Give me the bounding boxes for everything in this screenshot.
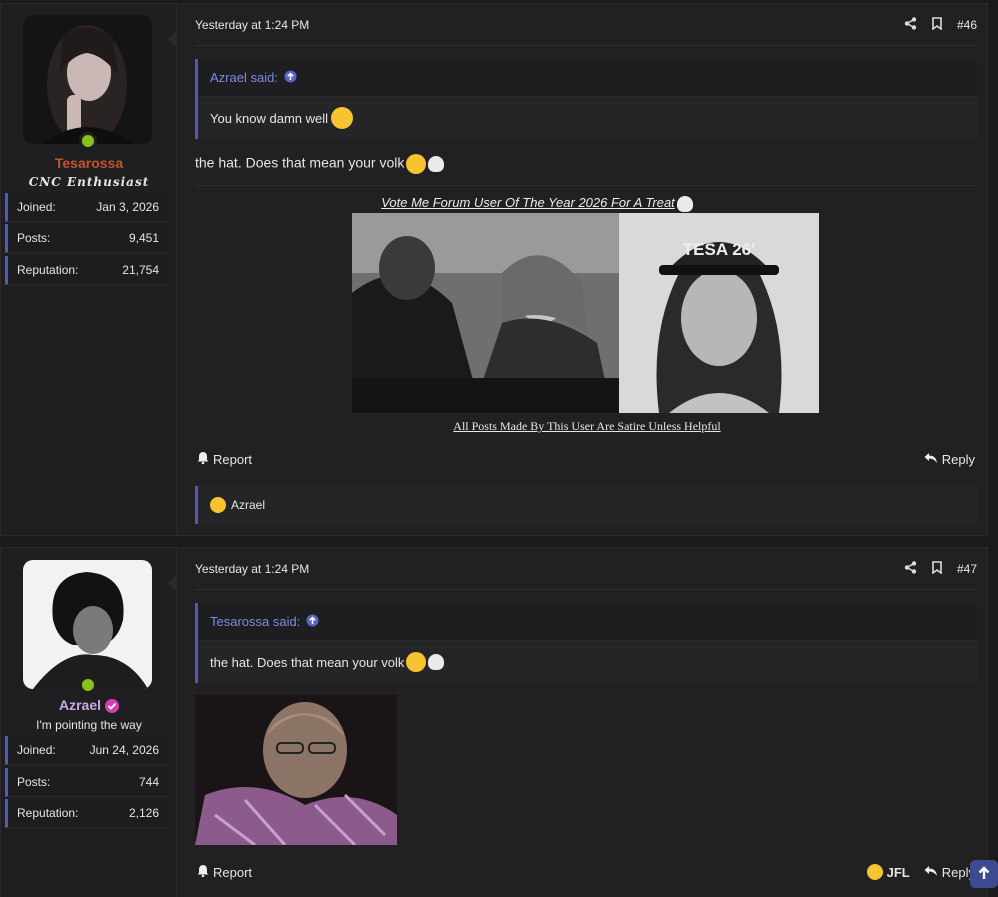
stat-label: Joined: xyxy=(17,200,56,214)
stat-joined: Joined: Jan 3, 2026 xyxy=(5,193,169,222)
stat-label: Posts: xyxy=(17,231,51,245)
stat-label: Reputation: xyxy=(17,263,79,277)
user-sidebar: Tesarossa CNC Enthusiast Joined: Jan 3, … xyxy=(1,4,177,535)
stat-reputation: Reputation: 2,126 xyxy=(5,799,169,828)
post-number[interactable]: #46 xyxy=(957,18,977,32)
quote-content: the hat. Does that mean your volk xyxy=(198,641,977,683)
post-number[interactable]: #47 xyxy=(957,562,977,576)
post-actions: Report JFL Reply xyxy=(197,864,975,880)
post-arrow xyxy=(168,574,177,592)
username[interactable]: Azrael xyxy=(1,697,177,714)
skull-emoji-icon xyxy=(428,654,445,670)
signature-title-text: Vote Me Forum User Of The Year 2026 For … xyxy=(381,195,675,210)
quote-author[interactable]: Azrael said: xyxy=(210,70,278,85)
verified-icon xyxy=(105,699,120,714)
reply-icon xyxy=(924,865,938,880)
quote-text: You know damn well xyxy=(210,110,329,126)
user-sidebar: Azrael I'm pointing the way Joined: Jun … xyxy=(1,548,177,897)
stat-value: 2,126 xyxy=(128,806,159,820)
avatar[interactable] xyxy=(23,560,152,689)
stat-value: 744 xyxy=(138,775,159,789)
user-title: CNC Enthusiast xyxy=(28,175,150,189)
arrow-up-circle-icon[interactable] xyxy=(284,70,297,86)
arrow-up-circle-icon[interactable] xyxy=(306,614,319,630)
laughing-emoji-icon xyxy=(866,864,883,880)
quote-block: Tesarossa said: the hat. Does that mean … xyxy=(195,603,977,683)
report-button[interactable]: Report xyxy=(197,864,252,880)
stat-joined: Joined: Jun 24, 2026 xyxy=(5,736,169,765)
reactions-summary[interactable]: JFL xyxy=(865,864,910,880)
user-title: I'm pointing the way xyxy=(36,718,142,732)
username[interactable]: Tesarossa xyxy=(1,155,177,171)
post-text: the hat. Does that mean your volk xyxy=(195,154,405,171)
report-button[interactable]: Report xyxy=(197,451,252,467)
reaction-user[interactable]: Azrael xyxy=(231,498,265,512)
post-body: the hat. Does that mean your volk xyxy=(195,154,445,174)
stat-value: 9,451 xyxy=(128,231,159,245)
scroll-to-top-button[interactable] xyxy=(970,860,998,888)
reactions-bar[interactable]: Azrael xyxy=(195,486,977,524)
stat-posts: Posts: 744 xyxy=(5,768,169,797)
reply-button[interactable]: Reply xyxy=(924,865,975,880)
post-arrow xyxy=(168,30,177,48)
money-mouth-emoji-icon xyxy=(406,652,427,672)
quote-header: Azrael said: xyxy=(198,59,977,97)
reply-button[interactable]: Reply xyxy=(924,452,975,467)
reply-label: Reply xyxy=(941,451,975,467)
post-47: Azrael I'm pointing the way Joined: Jun … xyxy=(0,547,988,897)
quote-content: You know damn well xyxy=(198,97,977,139)
reply-icon xyxy=(924,452,938,467)
share-icon[interactable] xyxy=(904,16,917,33)
bookmark-icon[interactable] xyxy=(931,560,943,577)
money-mouth-emoji-icon xyxy=(406,154,427,174)
avatar[interactable] xyxy=(23,15,152,144)
stat-label: Joined: xyxy=(17,743,56,757)
skull-emoji-icon xyxy=(428,156,445,172)
username-text: Azrael xyxy=(58,697,102,713)
hat-text: TESA 26' xyxy=(683,240,755,259)
stat-value: 21,754 xyxy=(122,263,159,277)
bell-icon xyxy=(197,864,209,880)
unamused-emoji-icon xyxy=(331,107,354,129)
skull-emoji-icon xyxy=(676,195,693,212)
signature-footer: All Posts Made By This User Are Satire U… xyxy=(453,419,721,433)
online-status-indicator xyxy=(79,676,97,694)
post-timestamp[interactable]: Yesterday at 1:24 PM xyxy=(195,18,309,32)
online-status-indicator xyxy=(79,132,97,150)
report-label: Report xyxy=(213,451,253,467)
stat-label: Posts: xyxy=(17,775,51,789)
signature-divider xyxy=(195,185,977,186)
stat-label: Reputation: xyxy=(17,806,79,820)
report-label: Report xyxy=(213,864,253,880)
stat-value: Jan 3, 2026 xyxy=(96,200,159,214)
stat-reputation: Reputation: 21,754 xyxy=(5,256,169,285)
stat-posts: Posts: 9,451 xyxy=(5,224,169,253)
bookmark-icon[interactable] xyxy=(931,16,943,33)
quote-block: Azrael said: You know damn well xyxy=(195,59,977,139)
signature-title: Vote Me Forum User Of The Year 2026 For … xyxy=(237,195,837,212)
signature-image-noir xyxy=(352,213,619,413)
post-46: Tesarossa CNC Enthusiast Joined: Jan 3, … xyxy=(0,3,988,536)
signature-image-hat: TESA 26' xyxy=(619,213,819,413)
quote-author[interactable]: Tesarossa said: xyxy=(210,614,300,629)
post-gif-image[interactable] xyxy=(195,695,397,845)
arrow-up-icon xyxy=(977,865,991,883)
stat-value: Jun 24, 2026 xyxy=(89,743,159,757)
post-header: Yesterday at 1:24 PM #47 xyxy=(195,548,977,590)
share-icon[interactable] xyxy=(904,560,917,577)
post-header: Yesterday at 1:24 PM #46 xyxy=(195,4,977,46)
post-timestamp[interactable]: Yesterday at 1:24 PM xyxy=(195,562,309,576)
post-content: Yesterday at 1:24 PM #47 Tesarossa said:… xyxy=(177,548,987,897)
bell-icon xyxy=(197,451,209,467)
quote-text: the hat. Does that mean your volk xyxy=(210,654,405,670)
post-content: Yesterday at 1:24 PM #46 Azrael said: Yo… xyxy=(177,4,987,535)
laughing-emoji-icon xyxy=(210,497,226,513)
reaction-user[interactable]: JFL xyxy=(887,865,910,880)
quote-header: Tesarossa said: xyxy=(198,603,977,641)
post-actions: Report Reply xyxy=(197,451,975,467)
